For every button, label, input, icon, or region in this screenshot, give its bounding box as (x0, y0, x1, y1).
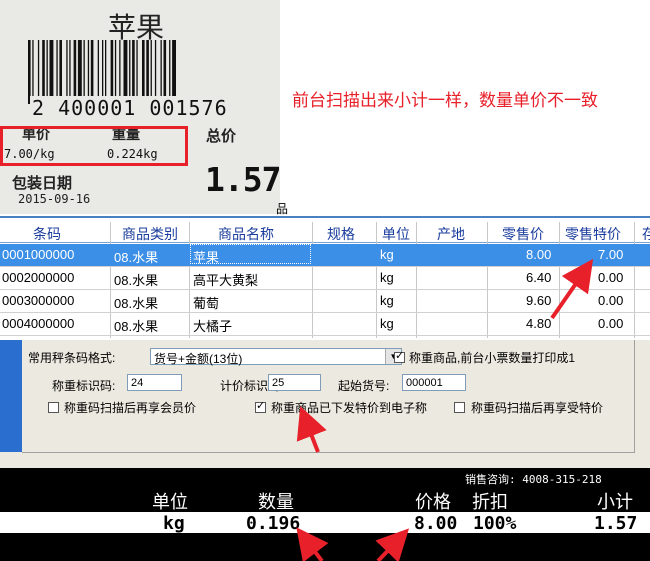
member-price-label: 称重码扫描后再享会员价 (64, 401, 197, 415)
column-header-unit[interactable]: 单位 (382, 224, 410, 244)
label-total-caption: 总价 (206, 127, 237, 145)
column-header-special-price[interactable]: 零售特价 (565, 224, 621, 244)
pos-header-price: 价格 (415, 492, 451, 513)
cell-barcode: 0001000000 (2, 247, 75, 262)
member-price-checkbox[interactable] (48, 402, 59, 413)
annotation-text: 前台扫描出来小计一样，数量单价不一致 (292, 91, 598, 110)
barcode-digits: 2 400001 001576 (30, 96, 230, 120)
barcode-image (28, 40, 176, 104)
special-price-checkbox[interactable] (454, 402, 465, 413)
weigh-id-input[interactable] (127, 374, 182, 391)
cell-barcode: 0004000000 (2, 316, 75, 331)
cell-category: 08.水果 (114, 296, 159, 311)
cell-category: 08.水果 (114, 319, 159, 334)
pos-header-unit: 单位 (152, 492, 188, 513)
pos-value-qty: 0.196 (246, 513, 301, 534)
price-id-input[interactable] (268, 374, 321, 391)
pos-header-subtotal: 小计 (597, 492, 633, 513)
pos-hotline: 销售咨询: 4008-315-218 (465, 473, 602, 486)
start-code-input[interactable] (402, 374, 466, 391)
barcode-format-select[interactable]: 货号+金额(13位) ▼ (150, 348, 402, 366)
receipt-qty-checkbox[interactable] (394, 349, 405, 363)
send-special-label: 称重商品已下发特价到电子称 (271, 401, 428, 415)
table-row[interactable]: 0002000000 08.水果 高平大黄梨 kg 6.40 0.00 (0, 267, 650, 290)
cell-name: 高平大黄梨 (193, 273, 259, 288)
column-header-stock[interactable]: 存 (642, 224, 650, 244)
cell-name: 大橘子 (193, 319, 233, 334)
cell-special-price: 0.00 (598, 270, 624, 285)
column-header-barcode[interactable]: 条码 (33, 224, 61, 244)
special-price-label: 称重码扫描后再享受特价 (471, 401, 604, 415)
pos-header-qty: 数量 (258, 492, 294, 513)
weigh-id-label: 称重标识码: (52, 379, 116, 393)
receipt-qty-label: 称重商品,前台小票数量打印成1 (409, 351, 576, 365)
highlight-box (0, 126, 188, 166)
cell-special-price: 0.00 (598, 316, 624, 331)
cell-special-price: 7.00 (598, 247, 624, 262)
cell-retail-price: 9.60 (526, 293, 552, 308)
pos-value-discount: 100% (473, 513, 517, 534)
table-row[interactable]: 0001000000 08.水果 苹果 kg 8.00 7.00 (0, 244, 650, 267)
cell-category: 08.水果 (114, 273, 159, 288)
column-header-category[interactable]: 商品类别 (122, 224, 178, 244)
grid-caption: 品 (276, 202, 289, 216)
cell-retail-price: 6.40 (526, 270, 552, 285)
scale-label-photo: 苹果 2 400001 001576 单价 重量 总价 7.00/kg 0.22… (0, 0, 280, 214)
cell-unit: kg (380, 316, 394, 331)
cell-name: 葡萄 (193, 296, 220, 311)
grid-header: 条码 商品类别 商品名称 规格 单位 产地 零售价 零售特价 存 (0, 222, 650, 243)
pos-values-row (0, 512, 650, 533)
cell-name: 苹果 (193, 250, 220, 265)
label-pack-date-caption: 包装日期 (12, 174, 73, 192)
table-row[interactable]: 0003000000 08.水果 葡萄 kg 9.60 0.00 (0, 290, 650, 313)
send-special-checkbox[interactable] (255, 399, 266, 413)
pos-value-price: 8.00 (414, 513, 458, 534)
cell-special-price: 0.00 (598, 293, 624, 308)
table-row[interactable]: 0004000000 08.水果 大橘子 kg 4.80 0.00 (0, 313, 650, 336)
label-pack-date-value: 2015-09-16 (18, 192, 91, 206)
cell-barcode: 0003000000 (2, 293, 75, 308)
start-code-label: 起始货号: (338, 379, 390, 393)
cell-category: 08.水果 (114, 250, 159, 265)
cell-retail-price: 4.80 (526, 316, 552, 331)
pos-value-unit: kg (163, 513, 185, 534)
label-total-value: 1.57 (205, 160, 280, 199)
cell-barcode: 0002000000 (2, 270, 75, 285)
pos-header-discount: 折扣 (472, 492, 508, 513)
column-header-spec[interactable]: 规格 (327, 224, 355, 244)
cell-retail-price: 8.00 (526, 247, 552, 262)
pos-value-subtotal: 1.57 (594, 513, 638, 534)
cell-unit: kg (380, 293, 394, 308)
panel-left-strip (0, 340, 22, 452)
column-header-name[interactable]: 商品名称 (218, 224, 274, 244)
column-header-retail-price[interactable]: 零售价 (502, 224, 544, 244)
scale-barcode-settings: 常用秤条码格式: 货号+金额(13位) ▼ 称重商品,前台小票数量打印成1 称重… (22, 340, 635, 453)
product-grid[interactable]: 条码 商品类别 商品名称 规格 单位 产地 零售价 零售特价 存 0001000… (0, 216, 650, 342)
barcode-format-value: 货号+金额(13位) (154, 352, 243, 366)
format-label: 常用秤条码格式: (28, 351, 116, 365)
cell-unit: kg (380, 247, 394, 262)
column-header-origin[interactable]: 产地 (437, 224, 465, 244)
cell-unit: kg (380, 270, 394, 285)
